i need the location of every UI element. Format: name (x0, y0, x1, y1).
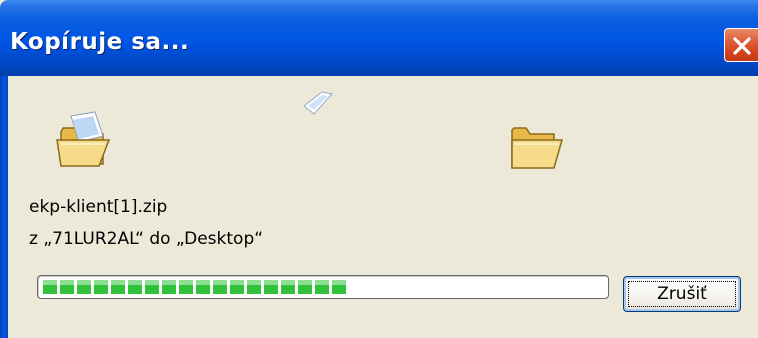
file-name: ekp-klient[1].zip (29, 197, 168, 217)
window-title: Kopíruje sa... (10, 29, 190, 55)
copy-path: z „71LUR2AL“ do „Desktop“ (29, 229, 264, 249)
progress-bar (37, 275, 609, 299)
title-bar[interactable]: Kopíruje sa... (0, 0, 758, 76)
close-icon (733, 37, 751, 55)
destination-folder-icon (511, 127, 563, 169)
source-folder-icon (56, 111, 111, 167)
cancel-button[interactable]: Zrušiť (623, 276, 741, 312)
progress-fill (43, 280, 346, 294)
focus-rectangle (628, 281, 736, 307)
window-frame-left (0, 76, 8, 338)
flying-paper-icon (303, 91, 333, 115)
copy-dialog: Kopíruje sa... ekp-klient[1].zip z „71LU… (0, 0, 758, 338)
close-button[interactable] (724, 28, 758, 62)
